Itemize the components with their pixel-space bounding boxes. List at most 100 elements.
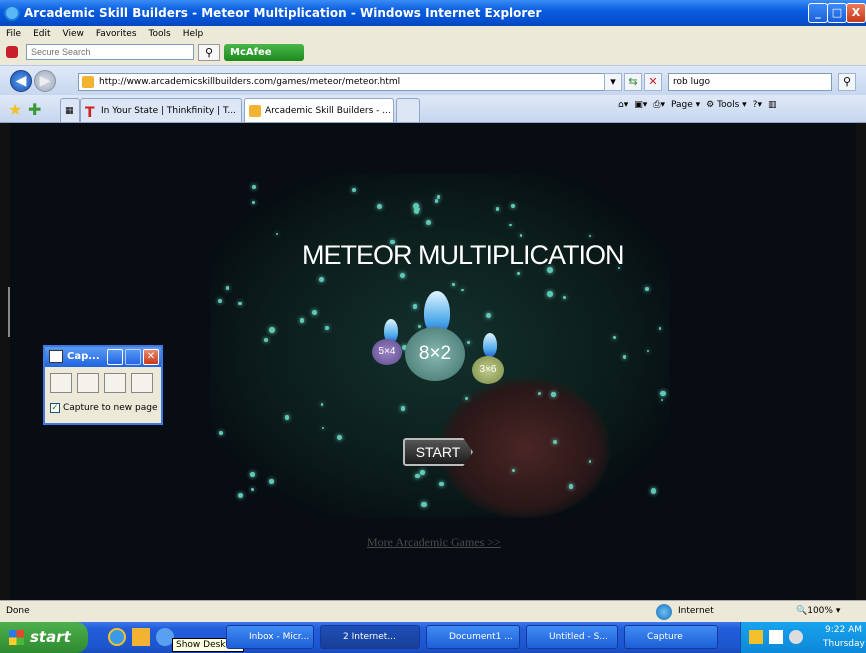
star-dot [551, 392, 556, 397]
meteor-3x6: 3×6 [472, 356, 504, 384]
capture-minimize-button[interactable] [107, 349, 123, 365]
tab-thinkfinity[interactable]: T In Your State | Thinkfinity | T... [80, 98, 242, 122]
taskbar-item-untitled[interactable]: Untitled - S... [526, 625, 618, 649]
star-dot [517, 272, 520, 275]
capture-region-icon[interactable] [50, 373, 72, 393]
star-dot [461, 288, 464, 292]
refresh-button[interactable]: ⇆ [624, 73, 642, 91]
menu-file[interactable]: File [6, 29, 21, 39]
tab-label: In Your State | Thinkfinity | T... [101, 105, 236, 116]
mcafee-button[interactable]: McAfee [224, 44, 304, 61]
taskbar-item-inbox[interactable]: Inbox - Micr... [226, 625, 314, 649]
star-dot [225, 286, 230, 290]
start-button[interactable]: START [403, 438, 473, 466]
capture-close-button[interactable]: ✕ [143, 349, 159, 365]
star-dot [434, 199, 439, 203]
left-panel [0, 123, 10, 600]
capture-screen-icon[interactable] [104, 373, 126, 393]
star-dot [612, 335, 616, 339]
quick-tabs-button[interactable]: ▦ [60, 98, 80, 122]
star-dot [218, 431, 223, 436]
menu-tools[interactable]: Tools [149, 29, 171, 39]
star-dot [250, 472, 255, 477]
zoom-level[interactable]: 🔍100% ▾ [796, 606, 840, 616]
new-tab-button[interactable] [396, 98, 420, 122]
menu-favorites[interactable]: Favorites [96, 29, 137, 39]
star-dot [644, 286, 649, 291]
search-toolbar: ⚲ McAfee [0, 41, 866, 65]
star-dot [537, 392, 541, 396]
menu-edit[interactable]: Edit [33, 29, 50, 39]
tray-status-icon[interactable] [789, 630, 803, 644]
thinkfinity-t-icon: T [85, 104, 95, 121]
star-dot [510, 203, 515, 208]
capture-freeform-icon[interactable] [131, 373, 153, 393]
live-search-input[interactable]: rob lugo [668, 73, 832, 91]
clock-time[interactable]: 9:22 AM [825, 625, 862, 635]
window-titlebar: Arcademic Skill Builders - Meteor Multip… [0, 0, 866, 26]
page-menu[interactable]: Page ▾ [671, 100, 700, 110]
menu-view[interactable]: View [63, 29, 84, 39]
taskbar-item-internet[interactable]: 2 Internet... [320, 625, 420, 649]
feeds-icon[interactable]: ▣▾ [634, 100, 647, 110]
tray-note-icon[interactable] [749, 630, 763, 644]
quicklaunch-folder-icon[interactable] [132, 628, 150, 646]
live-search-button[interactable]: ⚲ [838, 73, 856, 91]
forward-button[interactable]: ▶ [34, 70, 56, 92]
close-button[interactable]: X [846, 3, 866, 23]
star-dot [300, 318, 305, 323]
start-button-taskbar[interactable]: start [0, 622, 88, 653]
help-icon[interactable]: ?▾ [753, 100, 762, 110]
quicklaunch-ie-icon[interactable] [108, 628, 126, 646]
star-dot [452, 283, 455, 286]
capture-window: Cap... ✕ ✓ Capture to new page [43, 345, 163, 425]
minimize-button[interactable]: _ [808, 3, 828, 23]
star-dot [486, 312, 492, 318]
capture-new-page-checkbox[interactable]: ✓ Capture to new page [50, 403, 157, 413]
star-dot [588, 234, 591, 237]
print-icon[interactable]: ⎙▾ [653, 100, 665, 110]
maximize-button[interactable]: □ [827, 3, 847, 23]
mcafee-shield-icon[interactable] [6, 46, 18, 58]
capture-maximize-button[interactable] [125, 349, 141, 365]
favorites-star-icon[interactable]: ★ [8, 100, 22, 119]
tray-doc-icon[interactable] [769, 630, 783, 644]
capture-app-icon [49, 350, 63, 363]
star-dot [264, 338, 268, 342]
vertical-scrollbar[interactable] [856, 123, 866, 600]
internet-globe-icon [656, 604, 672, 620]
back-button[interactable]: ◀ [10, 70, 32, 92]
star-dot [467, 341, 470, 344]
star-dot [414, 473, 420, 479]
taskbar-item-document[interactable]: Document1 ... [426, 625, 520, 649]
meteor-5x4: 5×4 [372, 339, 402, 365]
tools-menu[interactable]: ⚙ Tools ▾ [706, 100, 747, 110]
add-favorites-icon[interactable]: ✚ [28, 100, 41, 119]
more-games-link[interactable]: More Arcademic Games >> [367, 535, 501, 550]
home-icon[interactable]: ⌂▾ [618, 100, 628, 110]
url-dropdown-button[interactable]: ▾ [604, 73, 622, 91]
capture-window-icon[interactable] [77, 373, 99, 393]
ie-logo-icon [4, 5, 20, 21]
research-icon[interactable]: ▥ [768, 100, 777, 110]
status-text: Done [6, 606, 30, 616]
menu-bar: File Edit View Favorites Tools Help [0, 26, 866, 41]
url-field[interactable]: http://www.arcademicskillbuilders.com/ga… [78, 73, 610, 91]
tab-bar: ★ ✚ ▦ T In Your State | Thinkfinity | T.… [0, 95, 866, 123]
menu-help[interactable]: Help [183, 29, 204, 39]
windows-logo-icon [9, 630, 24, 645]
checkbox-icon[interactable]: ✓ [50, 403, 60, 413]
taskbar-item-capture[interactable]: Capture [624, 625, 718, 649]
star-dot [650, 488, 657, 494]
command-bar: ⌂▾ ▣▾ ⎙▾ Page ▾ ⚙ Tools ▾ ?▾ ▥ [618, 100, 776, 110]
stop-button[interactable]: ✕ [644, 73, 662, 91]
clock-day[interactable]: Thursday [823, 639, 865, 649]
secure-search-input[interactable] [26, 44, 194, 60]
star-dot [311, 309, 317, 315]
search-go-button[interactable]: ⚲ [198, 44, 220, 61]
star-dot [412, 304, 417, 309]
arcademic-favicon-icon [249, 104, 261, 117]
window-title: Arcademic Skill Builders - Meteor Multip… [24, 6, 542, 20]
star-dot [495, 206, 500, 211]
tab-arcademic[interactable]: Arcademic Skill Builders - ... ✕ [244, 98, 394, 122]
